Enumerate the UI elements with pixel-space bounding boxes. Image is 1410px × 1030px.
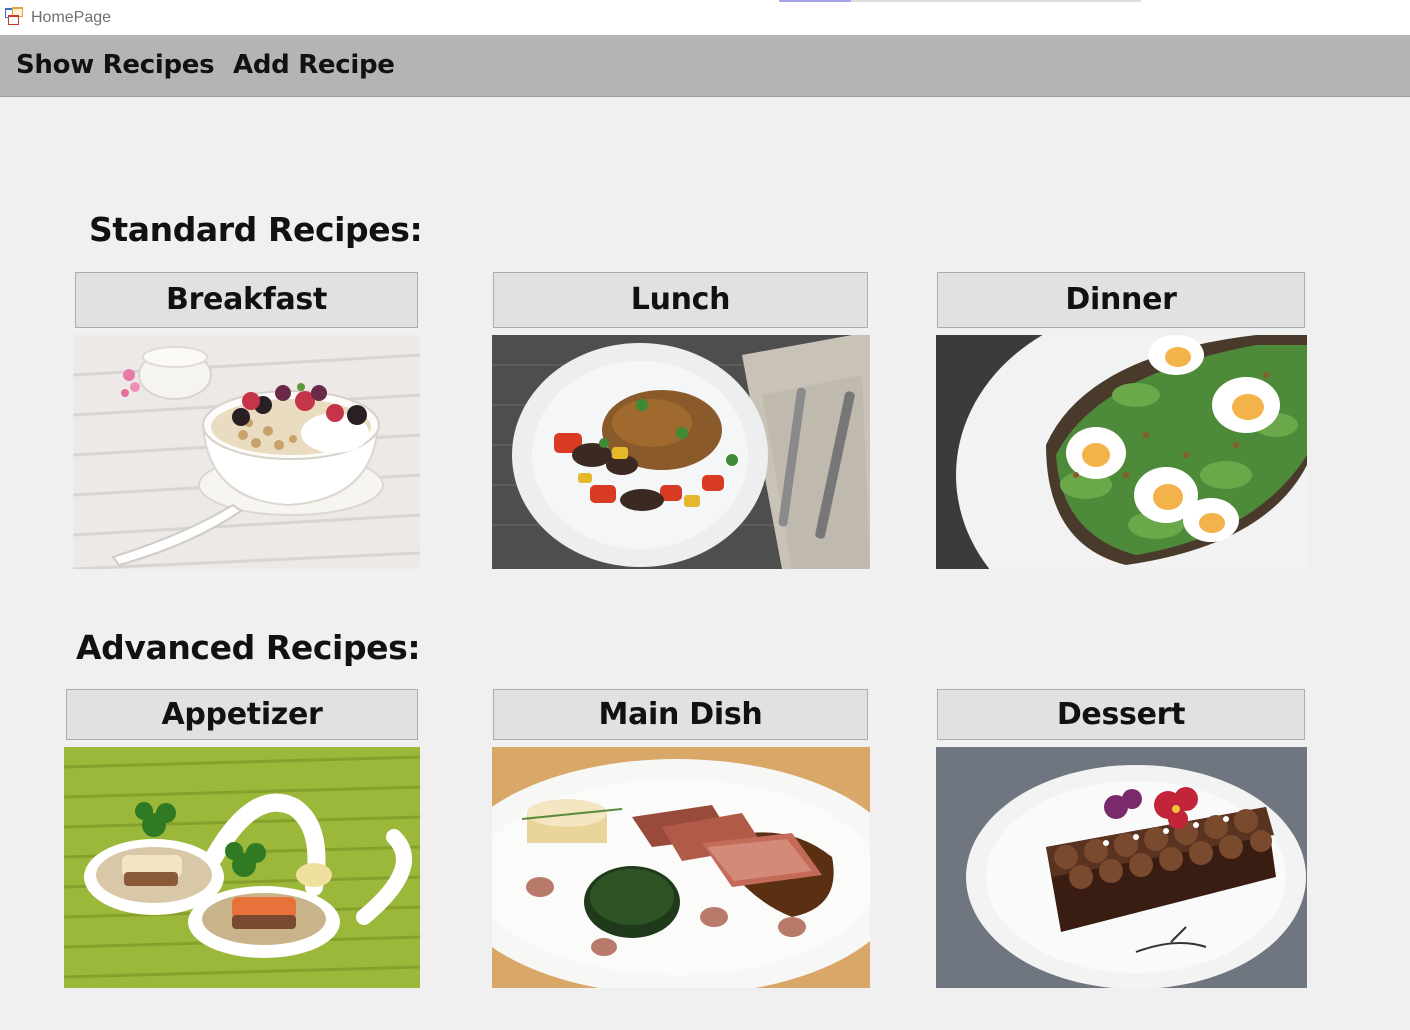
appetizer-image[interactable] xyxy=(64,747,420,988)
dessert-image[interactable] xyxy=(936,747,1307,988)
menu-bar: Show Recipes Add Recipe xyxy=(0,35,1410,97)
titlebar-accent xyxy=(779,0,851,2)
dinner-button[interactable]: Dinner xyxy=(937,272,1305,328)
app-window-icon xyxy=(4,6,24,26)
standard-recipes-heading: Standard Recipes: xyxy=(89,210,423,249)
lunch-image[interactable] xyxy=(492,335,870,569)
menu-show-recipes[interactable]: Show Recipes xyxy=(16,50,215,80)
dinner-image[interactable] xyxy=(936,335,1307,569)
window-title: HomePage xyxy=(31,9,112,26)
breakfast-button[interactable]: Breakfast xyxy=(75,272,418,328)
appetizer-button[interactable]: Appetizer xyxy=(66,689,418,740)
advanced-recipes-heading: Advanced Recipes: xyxy=(76,628,421,667)
title-bar: HomePage xyxy=(0,0,1410,35)
titlebar-accent-track xyxy=(851,0,1141,2)
main-dish-button[interactable]: Main Dish xyxy=(493,689,868,740)
lunch-button[interactable]: Lunch xyxy=(493,272,868,328)
menu-add-recipe[interactable]: Add Recipe xyxy=(233,50,395,80)
main-dish-image[interactable] xyxy=(492,747,870,988)
dessert-button[interactable]: Dessert xyxy=(937,689,1305,740)
breakfast-image[interactable] xyxy=(73,335,420,569)
